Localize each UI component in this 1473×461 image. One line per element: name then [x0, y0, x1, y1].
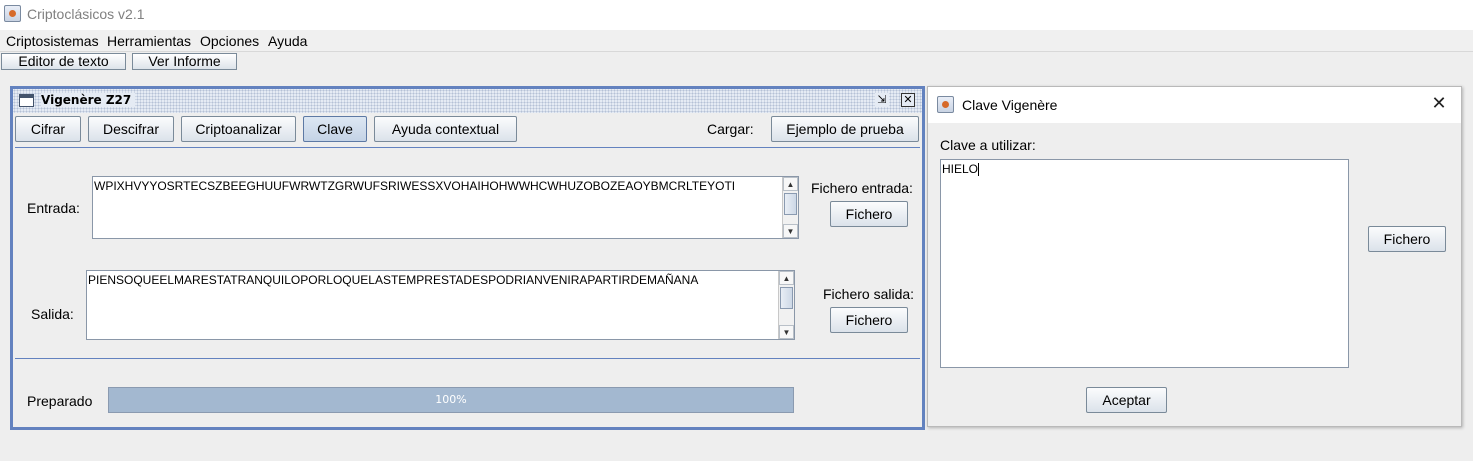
entrada-text: WPIXHVYYOSRTECSZBEEGHUUFWRWTZGRWUFSRIWES…: [94, 179, 736, 193]
java-app-icon: [937, 96, 954, 113]
entrada-scrollbar[interactable]: ▲ ▼: [782, 177, 798, 238]
text-caret: [978, 163, 980, 177]
menu-ayuda[interactable]: Ayuda: [268, 33, 307, 49]
contextual-help-button[interactable]: Ayuda contextual: [374, 116, 517, 142]
key-label: Clave a utilizar:: [940, 137, 1036, 153]
descifrar-button[interactable]: Descifrar: [88, 116, 174, 142]
close-icon[interactable]: ✕: [1428, 93, 1450, 115]
scroll-thumb[interactable]: [780, 287, 793, 309]
dialog-titlebar[interactable]: Clave Vigenère ✕: [928, 87, 1461, 123]
salida-text: PIENSOQUEELMARESTATRANQUILOPORLOQUELASTE…: [88, 273, 699, 287]
scroll-thumb[interactable]: [784, 193, 797, 215]
dialog-fichero-button[interactable]: Fichero: [1368, 226, 1446, 252]
fichero-entrada-button[interactable]: Fichero: [830, 201, 908, 227]
fichero-salida-button[interactable]: Fichero: [830, 307, 908, 333]
progress-text: 100%: [435, 393, 467, 406]
load-example-button[interactable]: Ejemplo de prueba: [771, 116, 919, 142]
scroll-up-icon[interactable]: ▲: [783, 177, 798, 191]
view-report-button[interactable]: Ver Informe: [132, 53, 237, 70]
scroll-down-icon[interactable]: ▼: [783, 224, 798, 238]
frame-window-icon: [19, 94, 34, 107]
aceptar-button[interactable]: Aceptar: [1086, 387, 1167, 413]
salida-label: Salida:: [31, 306, 74, 322]
close-icon[interactable]: ✕: [901, 93, 915, 107]
scroll-up-icon[interactable]: ▲: [779, 271, 794, 285]
separator-bottom: [15, 358, 920, 359]
frame-title: Vigenère Z27: [41, 93, 136, 107]
key-value: HIELO: [942, 162, 979, 176]
java-app-icon: [4, 5, 21, 22]
key-textarea[interactable]: HIELO: [940, 159, 1349, 368]
status-label: Preparado: [27, 393, 93, 409]
dialog-title: Clave Vigenère: [962, 97, 1058, 113]
salida-textarea[interactable]: PIENSOQUEELMARESTATRANQUILOPORLOQUELASTE…: [86, 270, 795, 340]
vigenere-internal-frame: Vigenère Z27 ⇲ ✕ Cifrar Descifrar Cripto…: [10, 86, 925, 430]
progress-bar: 100%: [108, 387, 794, 413]
menu-herramientas[interactable]: Herramientas: [107, 33, 191, 49]
menu-bar: Criptosistemas Herramientas Opciones Ayu…: [0, 30, 1473, 52]
criptoanalizar-button[interactable]: Criptoanalizar: [181, 116, 296, 142]
fichero-salida-label: Fichero salida:: [823, 286, 915, 302]
window-titlebar: Criptoclásicos v2.1: [0, 0, 1473, 30]
clave-dialog: Clave Vigenère ✕ Clave a utilizar: HIELO…: [927, 86, 1462, 427]
menu-criptosistemas[interactable]: Criptosistemas: [6, 33, 99, 49]
scroll-down-icon[interactable]: ▼: [779, 325, 794, 339]
cargar-label: Cargar:: [707, 121, 754, 137]
entrada-label: Entrada:: [27, 200, 80, 216]
separator-top: [15, 147, 920, 148]
menu-opciones[interactable]: Opciones: [200, 33, 259, 49]
salida-scrollbar[interactable]: ▲ ▼: [778, 271, 794, 339]
cifrar-button[interactable]: Cifrar: [15, 116, 81, 142]
frame-titlebar[interactable]: Vigenère Z27 ⇲ ✕: [13, 89, 922, 113]
text-editor-button[interactable]: Editor de texto: [1, 53, 126, 70]
window-title: Criptoclásicos v2.1: [27, 6, 145, 22]
entrada-textarea[interactable]: WPIXHVYYOSRTECSZBEEGHUUFWRWTZGRWUFSRIWES…: [92, 176, 799, 239]
restore-icon[interactable]: ⇲: [875, 93, 889, 107]
clave-button[interactable]: Clave: [303, 116, 367, 142]
fichero-entrada-label: Fichero entrada:: [811, 180, 913, 196]
